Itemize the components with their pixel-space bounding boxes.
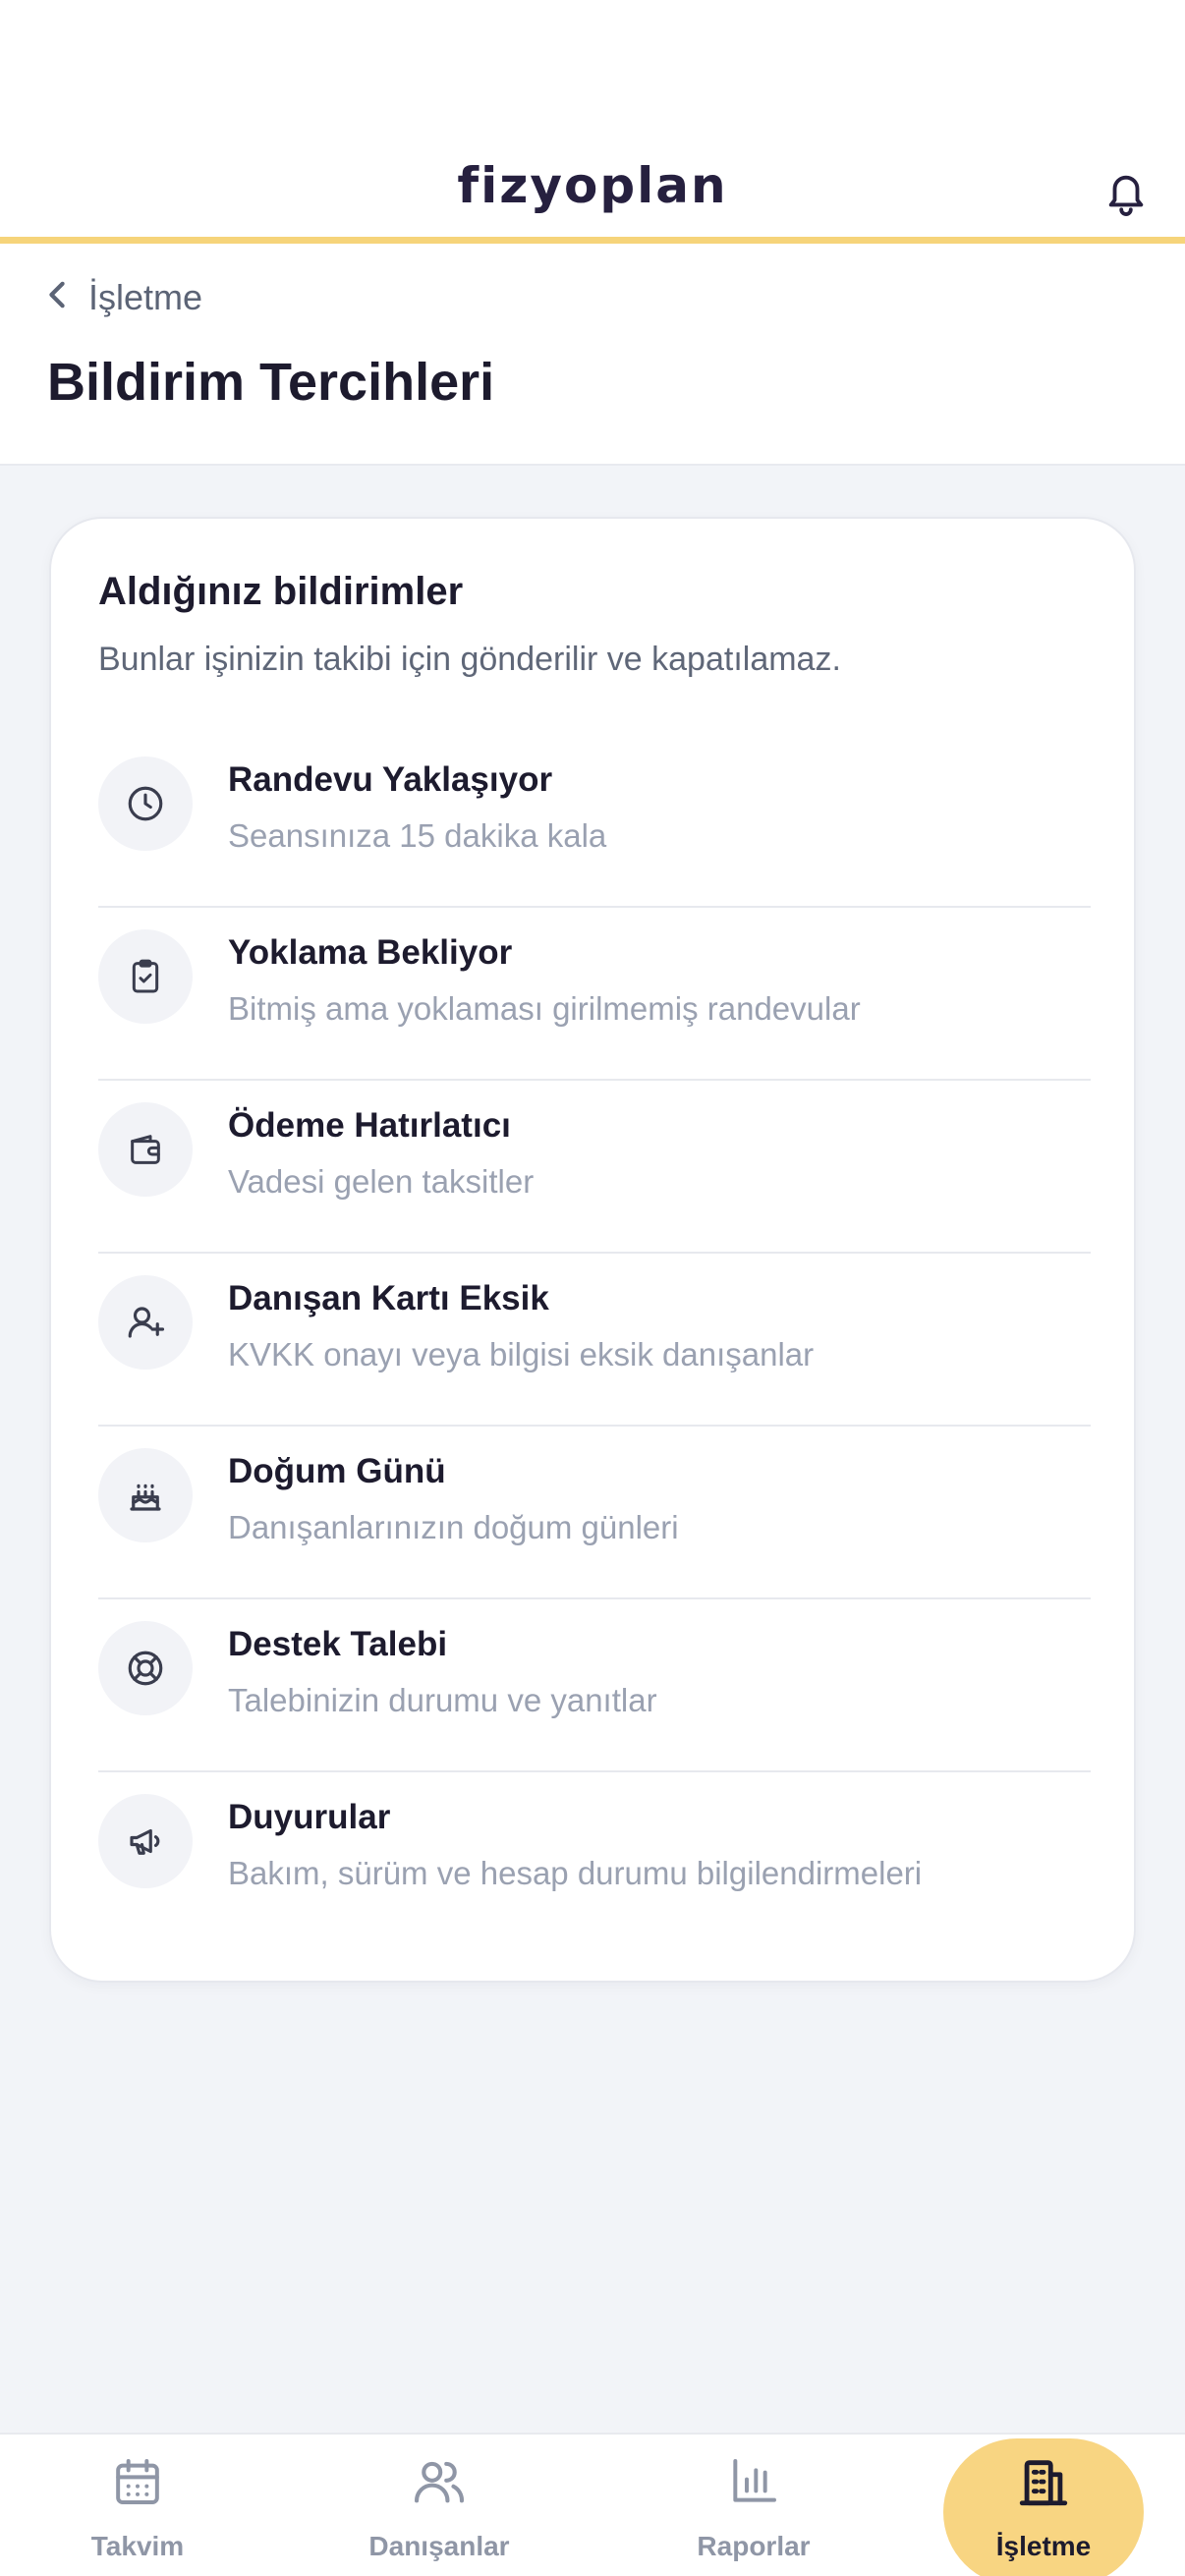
notification-item-attendance: Yoklama Bekliyor Bitmiş ama yoklaması gi… [98,908,1091,1081]
nav-item-danisanlar[interactable]: Danışanlar [341,2435,537,2576]
app-header: fizyoplan [0,0,1185,244]
nav-label: Raporlar [697,2531,811,2561]
notification-list: Randevu Yaklaşıyor Seansınıza 15 dakika … [98,735,1091,1945]
notification-title: Doğum Günü [228,1452,446,1490]
notification-description: Bakım, sürüm ve hesap durumu bilgilendir… [228,1855,923,1891]
bottom-navigation: Takvim Danışanlar Raporlar İşletme [0,2433,1185,2576]
notification-item-support: Destek Talebi Talebinizin durumu ve yanı… [98,1599,1091,1772]
back-label: İşletme [88,277,203,317]
notification-title: Duyurular [228,1798,391,1836]
notification-preferences-screen: fizyoplan İşletme Bildirim Tercihleri Al… [0,0,1185,2576]
wallet-icon [98,1102,193,1197]
notification-description: Bitmiş ama yoklaması girilmemiş randevul… [228,990,861,1027]
page-title: Bildirim Tercihleri [47,353,495,412]
notification-title: Ödeme Hatırlatıcı [228,1106,511,1145]
calendar-icon [106,2450,169,2513]
bar-chart-icon [722,2450,785,2513]
notification-item-announcements: Duyurular Bakım, sürüm ve hesap durumu b… [98,1772,1091,1945]
back-button[interactable]: İşletme [47,273,202,322]
notification-title: Destek Talebi [228,1625,448,1663]
nav-label: Takvim [90,2531,185,2561]
card-title: Aldığınız bildirimler [98,570,464,613]
megaphone-icon [98,1794,193,1888]
users-icon [408,2450,471,2513]
user-plus-icon [98,1275,193,1370]
clipboard-check-icon [98,929,193,1024]
lifebuoy-icon [98,1621,193,1715]
nav-label: Danışanlar [368,2531,510,2561]
notification-item-payment: Ödeme Hatırlatıcı Vadesi gelen taksitler [98,1081,1091,1254]
bell-icon[interactable] [1099,163,1154,222]
notification-item-appointment: Randevu Yaklaşıyor Seansınıza 15 dakika … [98,735,1091,908]
card-subtitle: Bunlar işinizin takibi için gönderilir v… [98,641,841,678]
nav-item-raporlar[interactable]: Raporlar [655,2435,852,2576]
notification-description: Vadesi gelen taksitler [228,1163,535,1200]
nav-item-takvim[interactable]: Takvim [39,2435,236,2576]
notification-description: Danışanlarınızın doğum günleri [228,1509,679,1545]
notification-title: Randevu Yaklaşıyor [228,760,553,799]
notification-item-client-card: Danışan Kartı Eksik KVKK onayı veya bilg… [98,1254,1091,1427]
notification-description: KVKK onayı veya bilgisi eksik danışanlar [228,1336,815,1372]
notification-title: Danışan Kartı Eksik [228,1279,549,1317]
notification-description: Seansınıza 15 dakika kala [228,817,607,854]
building-icon [1012,2450,1075,2513]
nav-item-isletme[interactable]: İşletme [943,2435,1144,2576]
chevron-left-icon [47,277,67,318]
app-logo: fizyoplan [457,157,728,214]
cake-icon [98,1448,193,1542]
notifications-card: Aldığınız bildirimler Bunlar işinizin ta… [49,517,1136,1983]
notification-item-birthday: Doğum Günü Danışanlarınızın doğum günler… [98,1427,1091,1599]
notification-title: Yoklama Bekliyor [228,933,513,972]
notification-description: Talebinizin durumu ve yanıtlar [228,1682,657,1718]
page-header: İşletme Bildirim Tercihleri [0,244,1185,466]
nav-label: İşletme [995,2531,1092,2561]
clock-icon [98,756,193,851]
